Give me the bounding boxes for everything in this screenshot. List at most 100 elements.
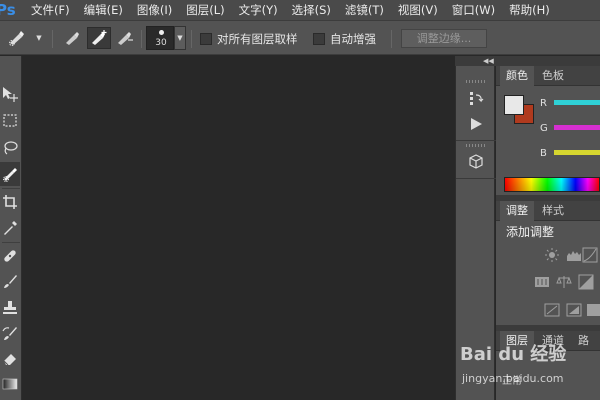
black-white-icon[interactable] <box>578 274 594 290</box>
eyedropper-icon <box>4 221 17 235</box>
healing-brush-tool[interactable] <box>0 244 20 268</box>
menu-type[interactable]: 文字(Y) <box>236 0 281 20</box>
red-channel-slider[interactable] <box>554 100 600 105</box>
dock-header: ◀◀ <box>455 56 600 66</box>
auto-enhance-label: 自动增强 <box>330 32 376 46</box>
brush-icon <box>4 275 17 288</box>
blend-mode-select[interactable]: 正常 <box>502 372 582 387</box>
green-channel-slider[interactable] <box>554 125 600 130</box>
auto-enhance-checkbox[interactable] <box>313 33 325 45</box>
levels-icon[interactable] <box>566 247 582 263</box>
play-icon <box>471 118 482 130</box>
red-channel-label: R <box>540 98 547 109</box>
subtract-from-selection-button[interactable] <box>114 28 136 48</box>
brush-new-selection-icon <box>66 32 79 45</box>
eraser-tool[interactable] <box>0 346 20 370</box>
options-divider <box>391 30 392 48</box>
menu-select[interactable]: 选择(S) <box>289 0 334 20</box>
clone-stamp-tool[interactable] <box>0 296 20 320</box>
foreground-color-swatch[interactable] <box>504 95 524 115</box>
rectangular-marquee-icon <box>3 114 17 127</box>
add-adjustment-title: 添加调整 <box>506 225 555 239</box>
tab-layers[interactable]: 图层 <box>500 331 534 351</box>
sample-all-layers-checkbox[interactable] <box>200 33 212 45</box>
cube-icon <box>469 154 483 169</box>
menu-file[interactable]: 文件(F) <box>28 0 73 20</box>
panel-dock <box>455 56 496 400</box>
dock-grip[interactable] <box>466 80 486 83</box>
blue-channel-label: B <box>540 148 547 159</box>
toolbar-divider <box>2 242 20 243</box>
menu-view[interactable]: 视图(V) <box>395 0 441 20</box>
history-brush-tool[interactable] <box>0 322 20 346</box>
refine-edge-button[interactable]: 调整边缘... <box>401 29 487 48</box>
move-icon <box>3 87 18 102</box>
menu-image[interactable]: 图像(I) <box>134 0 175 20</box>
eraser-icon <box>3 354 16 366</box>
menu-bar: Ps 文件(F) 编辑(E) 图像(I) 图层(L) 文字(Y) 选择(S) 滤… <box>0 0 600 20</box>
gradient-tool[interactable] <box>0 372 20 396</box>
quick-selection-tool[interactable] <box>0 162 20 186</box>
history-brush-icon <box>2 327 17 340</box>
eyedropper-tool[interactable] <box>0 216 20 240</box>
tools-panel <box>0 56 22 400</box>
options-divider <box>141 30 142 48</box>
brush-size-picker[interactable]: 30 <box>146 26 174 50</box>
stamp-icon <box>3 301 17 314</box>
green-channel-label: G <box>540 123 548 134</box>
dock-divider <box>456 140 496 141</box>
tab-styles[interactable]: 样式 <box>536 201 570 221</box>
color-balance-icon[interactable] <box>556 274 572 290</box>
lasso-icon <box>4 141 18 155</box>
tab-color[interactable]: 颜色 <box>500 66 534 86</box>
tab-adjustments[interactable]: 调整 <box>500 201 534 221</box>
tool-preset-picker[interactable] <box>6 28 28 48</box>
blue-channel-slider[interactable] <box>554 150 600 155</box>
color-spectrum-bar[interactable] <box>504 177 600 192</box>
quick-selection-icon <box>3 168 17 182</box>
menu-window[interactable]: 窗口(W) <box>449 0 498 20</box>
new-selection-button[interactable] <box>62 28 84 48</box>
posterize-icon[interactable] <box>566 302 582 318</box>
options-divider <box>52 30 53 48</box>
color-panel-tabs: 颜色 色板 <box>496 66 600 86</box>
history-panel-button[interactable] <box>462 86 490 110</box>
lasso-tool[interactable] <box>0 136 20 160</box>
menu-edit[interactable]: 编辑(E) <box>81 0 126 20</box>
invert-icon[interactable] <box>544 302 560 318</box>
layers-panel-tabs: 图层 通道 路径 <box>496 331 600 367</box>
3d-panel-button[interactable] <box>462 150 490 174</box>
move-tool[interactable] <box>0 82 20 106</box>
brush-subtract-selection-icon <box>118 32 133 45</box>
tab-swatches[interactable]: 色板 <box>536 66 570 86</box>
curves-icon[interactable] <box>582 247 598 263</box>
app-logo: Ps <box>0 1 16 19</box>
actions-panel-button[interactable] <box>462 112 490 136</box>
quick-selection-brush-icon <box>9 31 24 46</box>
menu-help[interactable]: 帮助(H) <box>506 0 553 20</box>
threshold-icon[interactable] <box>586 302 600 318</box>
dock-grip[interactable] <box>466 144 486 147</box>
right-panels: 颜色 色板 R G B 调整 样式 添加调整 图层 通道 路 正常 <box>496 66 600 400</box>
brightness-contrast-icon[interactable] <box>544 247 560 263</box>
collapse-arrows-icon[interactable]: ◀◀ <box>483 56 494 66</box>
brush-size-value: 30 <box>155 38 167 48</box>
options-bar: ▼ 30 ▼ 对所有图层取样 自动增强 调整边缘... <box>0 20 600 55</box>
adjustments-panel-tabs: 调整 样式 <box>496 201 600 221</box>
brush-tip-icon <box>159 30 164 35</box>
tab-channels[interactable]: 通道 <box>536 331 570 351</box>
menu-filter[interactable]: 滤镜(T) <box>342 0 387 20</box>
crop-icon <box>3 195 17 209</box>
marquee-tool[interactable] <box>0 109 20 133</box>
tool-preset-dropdown-icon[interactable]: ▼ <box>34 33 44 43</box>
vibrance-icon[interactable] <box>534 274 550 290</box>
document-canvas[interactable] <box>23 56 455 400</box>
add-to-selection-button[interactable] <box>87 27 111 49</box>
brush-size-dropdown-icon[interactable]: ▼ <box>174 26 186 50</box>
menu-layer[interactable]: 图层(L) <box>183 0 227 20</box>
history-icon <box>470 92 484 105</box>
bandage-icon <box>4 250 16 262</box>
brush-tool[interactable] <box>0 270 20 294</box>
tab-paths[interactable]: 路径 <box>572 331 600 367</box>
crop-tool[interactable] <box>0 190 20 214</box>
